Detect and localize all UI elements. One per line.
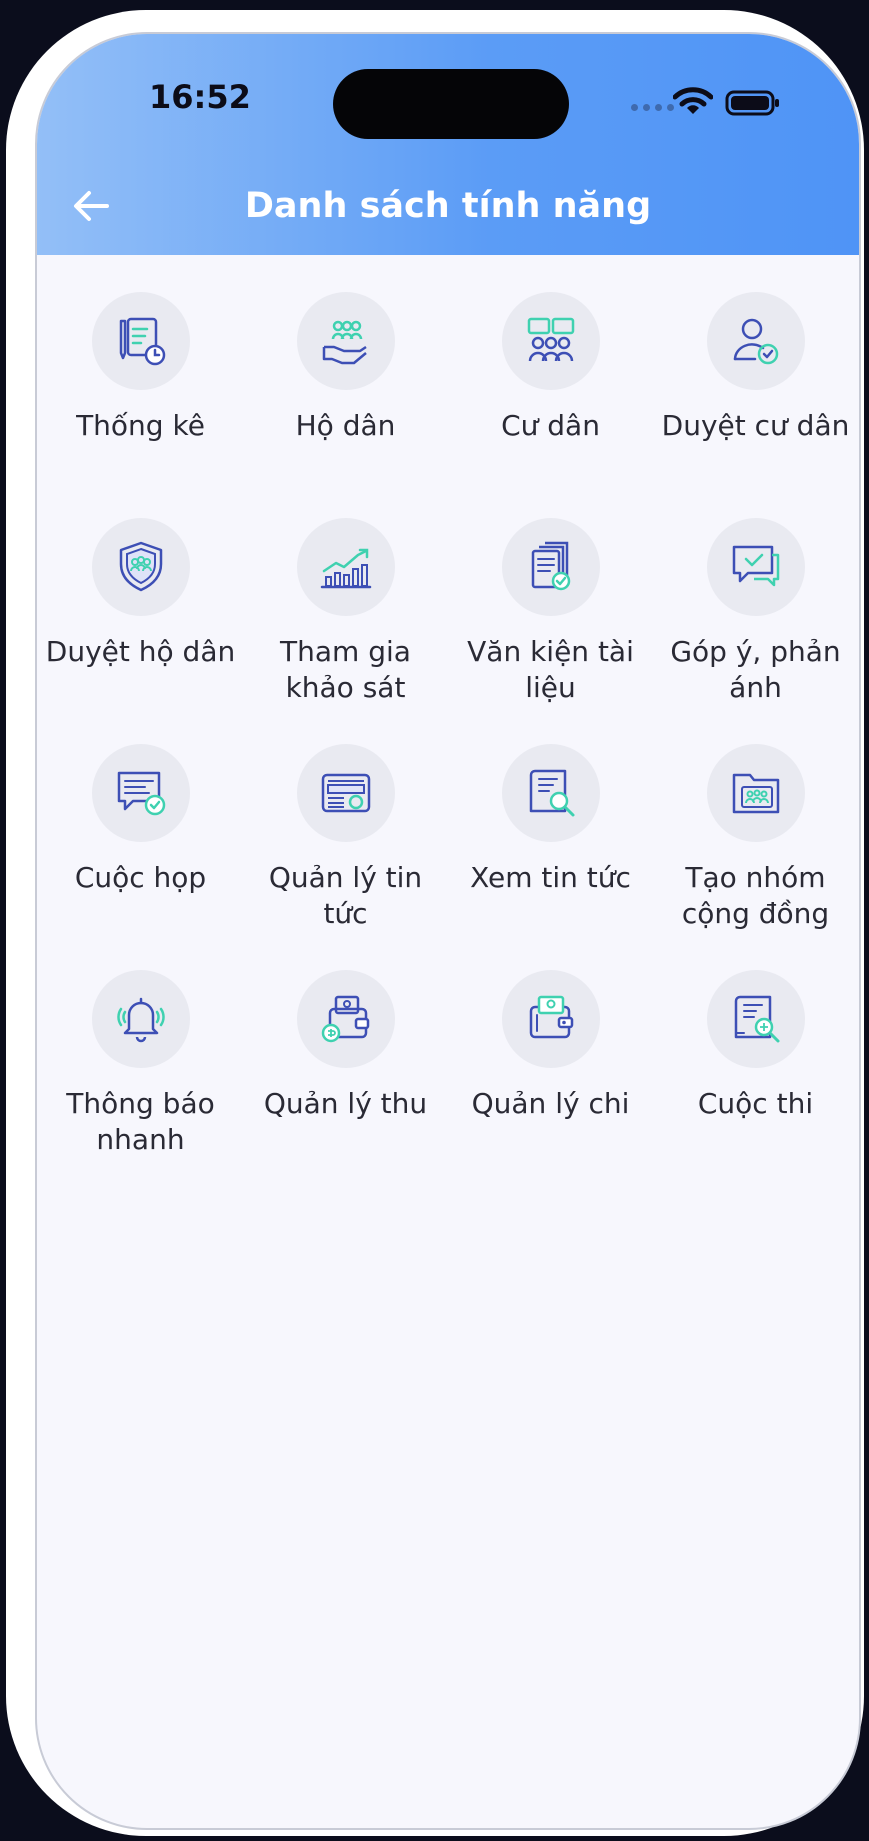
feature-icon-circle [501, 744, 600, 842]
feature-icon-circle [706, 292, 805, 390]
battery-icon [725, 90, 779, 116]
page-title: Danh sách tính năng [244, 186, 652, 226]
feature-grid: Thống kê Hộ dân Cư dân Duyệt cư dân Duyệ… [37, 292, 859, 1196]
feature-icon-circle [296, 970, 395, 1068]
feature-households[interactable]: Hộ dân [243, 292, 448, 518]
feature-survey[interactable]: Tham gia khảo sát [243, 518, 448, 744]
status-time: 16:52 [149, 78, 251, 116]
feature-label: Duyệt hộ dân [45, 635, 236, 668]
feature-label: Thông báo nhanh [66, 1087, 215, 1156]
feature-documents[interactable]: Văn kiện tài liệu [448, 518, 653, 744]
feature-meeting[interactable]: Cuộc họp [38, 744, 243, 970]
feature-quick-notification[interactable]: Thông báo nhanh [38, 970, 243, 1196]
households-icon [322, 320, 367, 365]
feature-label: Văn kiện tài liệu [467, 635, 634, 704]
feature-approve-household[interactable]: Duyệt hộ dân [38, 518, 243, 744]
feature-icon-circle [91, 518, 190, 616]
wifi-icon [673, 87, 713, 114]
feature-icon-circle [91, 744, 190, 842]
feature-icon-circle [296, 744, 395, 842]
feature-icon-circle [706, 744, 805, 842]
contest-icon [734, 995, 779, 1043]
feedback-icon [732, 545, 779, 587]
feature-manage-expense[interactable]: Quản lý chi [448, 970, 653, 1196]
feature-label: Tham gia khảo sát [280, 635, 411, 704]
feature-icon-circle [501, 292, 600, 390]
feature-manage-income[interactable]: Quản lý thu [243, 970, 448, 1196]
feature-icon-circle [501, 970, 600, 1068]
feature-label: Quản lý thu [263, 1087, 428, 1120]
feature-community-group[interactable]: Tạo nhóm cộng đồng [653, 744, 858, 970]
radio-news-icon [321, 773, 370, 813]
feature-icon-circle [296, 518, 395, 616]
feature-label: Cư dân [501, 409, 600, 442]
app-screen: 16:52 Danh sách tính năng Thống kê Hộ dâ… [35, 32, 861, 1830]
approve-resident-icon [733, 318, 778, 365]
statistics-icon [119, 317, 165, 366]
feature-label: Quản lý tin tức [268, 861, 423, 930]
feature-icon-circle [91, 292, 190, 390]
view-news-icon [529, 769, 574, 817]
income-wallet-icon [321, 995, 369, 1043]
app-header: 16:52 Danh sách tính năng [37, 34, 859, 255]
dynamic-island [333, 69, 569, 139]
signal-icon [631, 104, 674, 111]
expense-wallet-icon [529, 995, 573, 1039]
survey-chart-icon [320, 548, 371, 589]
feature-view-news[interactable]: Xem tin tức [448, 744, 653, 970]
feature-label: Duyệt cư dân [661, 409, 850, 442]
feature-label: Góp ý, phản ánh [670, 635, 841, 704]
feature-label: Hộ dân [295, 409, 396, 442]
feature-residents[interactable]: Cư dân [448, 292, 653, 518]
meeting-icon [117, 771, 165, 816]
feature-label: Cuộc họp [74, 861, 207, 894]
feature-approve-resident[interactable]: Duyệt cư dân [653, 292, 858, 518]
feature-icon-circle [501, 518, 600, 616]
feature-label: Thống kê [76, 409, 205, 442]
feature-icon-circle [706, 970, 805, 1068]
feature-label: Cuộc thi [697, 1087, 814, 1120]
approve-household-icon [119, 541, 162, 592]
residents-icon [527, 317, 574, 362]
feature-icon-circle [296, 292, 395, 390]
feature-statistics[interactable]: Thống kê [38, 292, 243, 518]
feature-label: Xem tin tức [470, 861, 631, 894]
feature-icon-circle [706, 518, 805, 616]
documents-icon [531, 541, 570, 591]
bell-icon [116, 997, 165, 1043]
feature-label: Tạo nhóm cộng đồng [681, 861, 830, 930]
phone-frame: 16:52 Danh sách tính năng Thống kê Hộ dâ… [6, 10, 864, 1836]
community-group-icon [732, 773, 779, 814]
feature-contest[interactable]: Cuộc thi [653, 970, 858, 1196]
feature-icon-circle [91, 970, 190, 1068]
feature-label: Quản lý chi [471, 1087, 630, 1120]
feature-feedback[interactable]: Góp ý, phản ánh [653, 518, 858, 744]
feature-manage-news[interactable]: Quản lý tin tức [243, 744, 448, 970]
